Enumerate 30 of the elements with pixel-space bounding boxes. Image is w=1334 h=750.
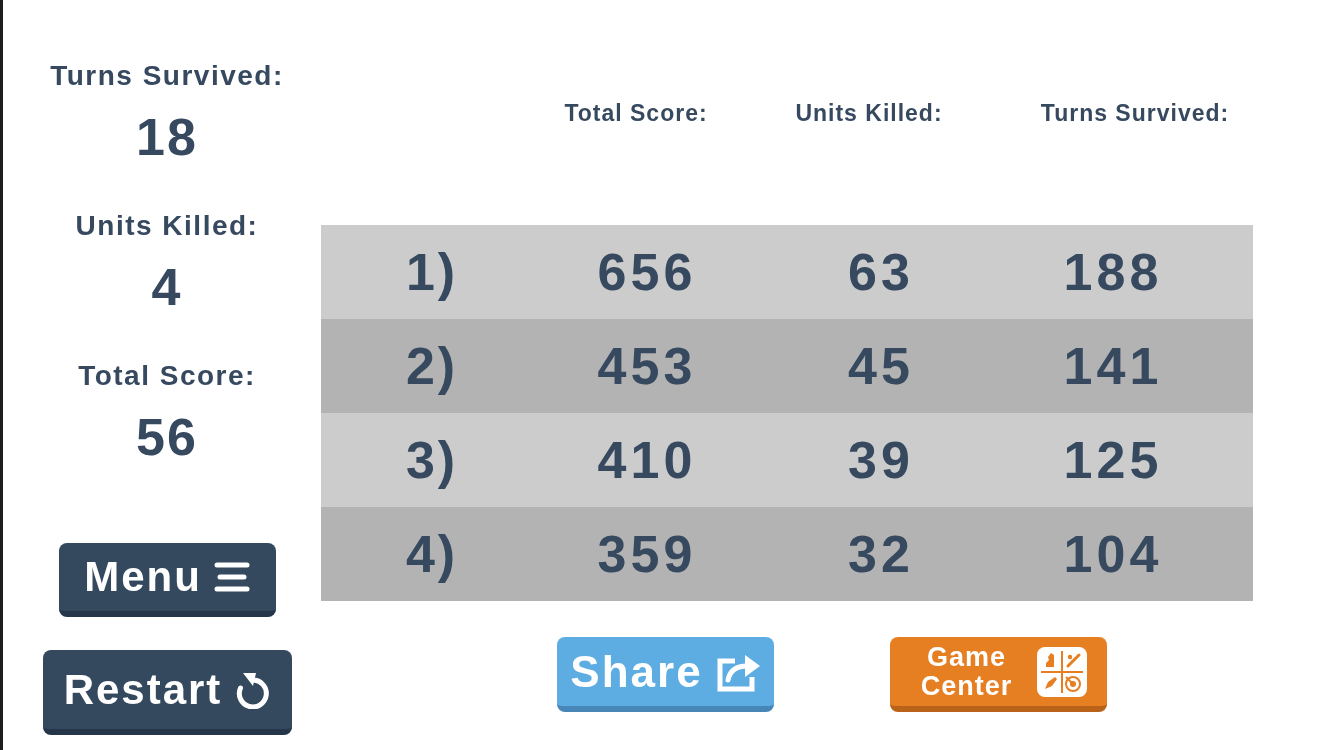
column-header: Total Score: [564,99,708,128]
stat-value: 56 [136,410,198,464]
turns-survived-value: 125 [1063,430,1163,490]
units-killed-value: 32 [848,524,914,584]
restart-button[interactable]: Restart [42,650,292,735]
column-header: Turns Survived: [1040,99,1230,128]
stat-label: Turns Survived: [50,59,284,93]
stat-label: Units Killed: [75,209,259,243]
total-score-value: 359 [597,524,697,584]
restart-icon [234,670,271,709]
rank-number: 3) [405,430,459,490]
units-killed-value: 39 [848,430,914,490]
game-grid-icon [1036,646,1087,697]
column-header: Units Killed: [795,99,943,128]
total-score-value: 453 [597,336,697,396]
turns-survived-value: 104 [1063,524,1163,584]
rank-number: 1) [405,242,459,302]
stat-label: Total Score: [78,359,256,393]
rank-number: 4) [405,524,459,584]
units-killed-value: 63 [848,242,914,302]
menu-button[interactable]: Menu [58,543,276,617]
rank-number: 2) [405,336,459,396]
total-score-value: 410 [597,430,697,490]
units-killed-value: 45 [848,336,914,396]
menu-icon [213,562,250,592]
turns-survived-value: 141 [1063,336,1163,396]
turns-survived-value: 188 [1063,242,1163,302]
stat-value: 18 [136,110,198,164]
stat-value: 4 [151,260,183,314]
total-score-value: 656 [597,242,697,302]
